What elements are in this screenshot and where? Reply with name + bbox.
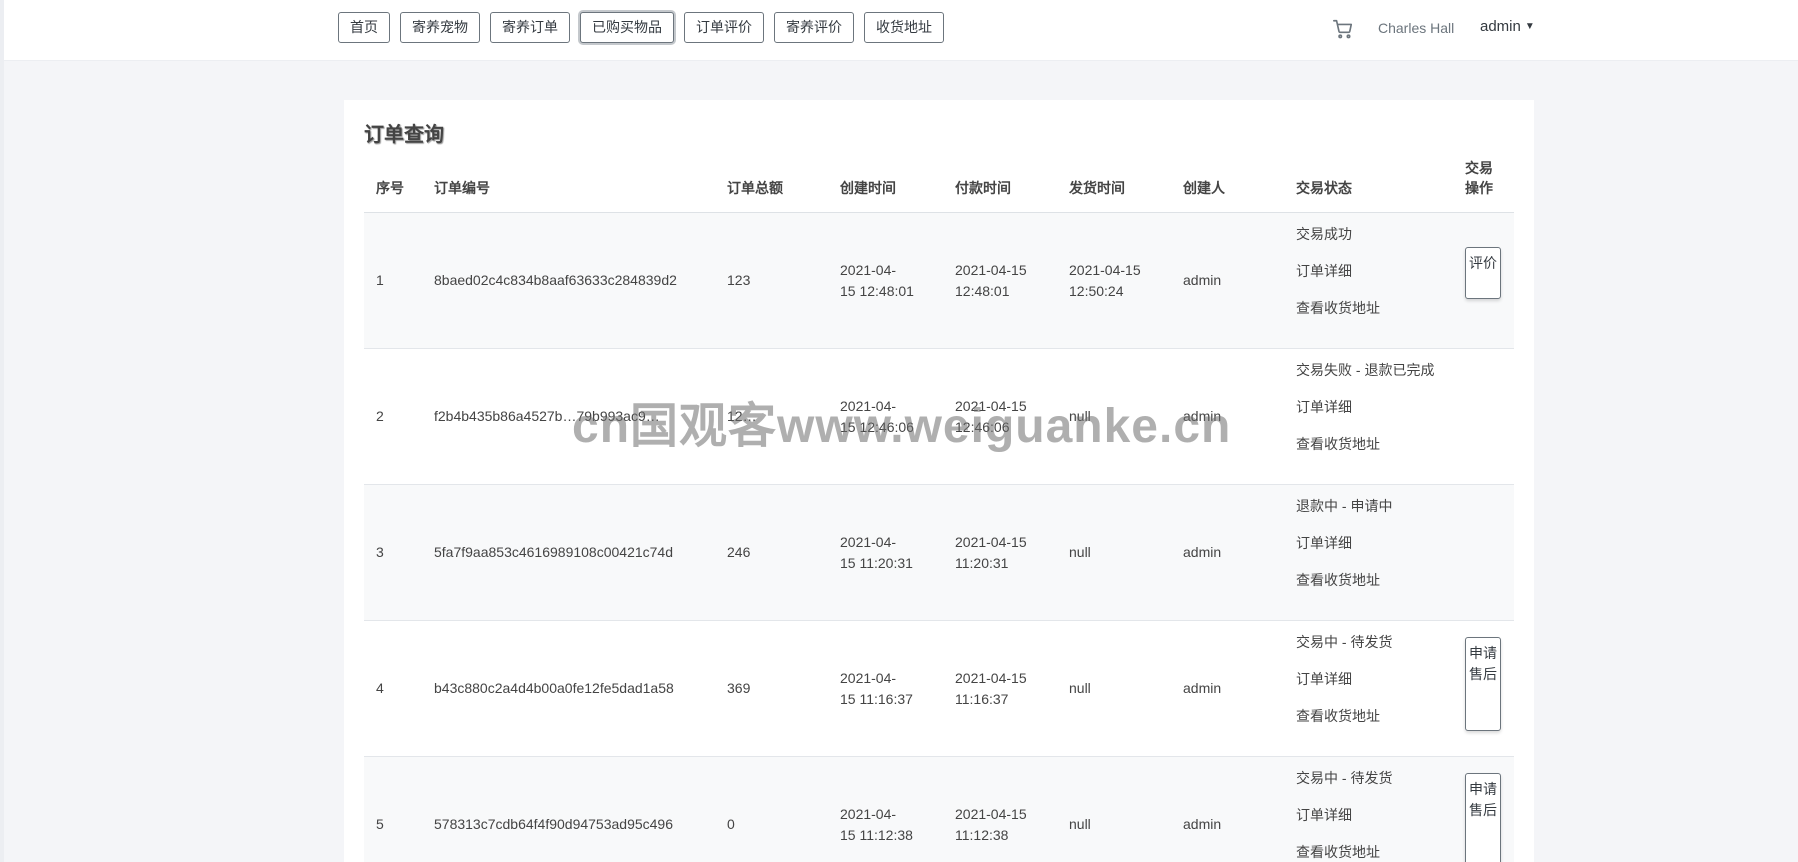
- cell-no: 2: [376, 408, 384, 424]
- cell-total: 369: [727, 680, 751, 696]
- cell-creator: admin: [1183, 544, 1222, 560]
- cell-creator: admin: [1183, 680, 1222, 696]
- apply-after-sale-button[interactable]: 申请售后: [1465, 773, 1501, 862]
- cell-paid-date: 2021-04-15: [955, 534, 1027, 550]
- cell-shipped-date: 2021-04-15: [1069, 262, 1141, 278]
- view-address-link[interactable]: 查看收货地址: [1296, 434, 1380, 454]
- table-row: 5 578313c7cdb64f4f90d94753ad95c496 0 2021-0…: [364, 757, 1514, 862]
- page-left-edge: [0, 0, 4, 862]
- apply-after-sale-button[interactable]: 申请售后: [1465, 637, 1501, 731]
- cell-created-time: 15 11:16:37: [840, 691, 913, 707]
- cell-created-time: 15 11:20:31: [840, 555, 913, 571]
- cell-total: 0: [727, 816, 735, 832]
- view-address-link[interactable]: 查看收货地址: [1296, 706, 1380, 726]
- cell-shipped: null: [1069, 680, 1091, 696]
- chevron-down-icon: ▼: [1524, 21, 1535, 32]
- cell-creator: admin: [1183, 816, 1222, 832]
- cell-created-date: 2021-04-: [840, 534, 897, 550]
- table-row: 3 5fa7f9aa853c4616989108c00421c74d 246 2021…: [364, 485, 1514, 621]
- status-text: 退款中 - 申请中: [1296, 498, 1393, 514]
- nav-button-3[interactable]: 已购买物品: [580, 12, 674, 43]
- cell-order-id: 578313c7cdb64f4f90d94753ad95c496: [434, 816, 674, 832]
- nav-button-4[interactable]: 订单评价: [684, 12, 764, 43]
- column-header-1: 订单编号: [434, 180, 490, 196]
- cell-paid-date: 2021-04-15: [955, 398, 1027, 414]
- cell-created-date: 2021-04-: [840, 670, 897, 686]
- cell-shipped: null: [1069, 816, 1091, 832]
- cell-no: 3: [376, 544, 384, 560]
- main-nav: 首页 寄养宠物 寄养订单 已购买物品 订单评价 寄养评价 收货地址: [338, 12, 954, 43]
- nav-button-2[interactable]: 寄养订单: [490, 12, 570, 43]
- nav-button-0[interactable]: 首页: [338, 12, 390, 43]
- order-detail-link[interactable]: 订单详细: [1296, 261, 1352, 281]
- page-title: 订单查询: [364, 124, 444, 146]
- order-detail-link[interactable]: 订单详细: [1296, 397, 1352, 417]
- cart-icon[interactable]: [1332, 18, 1354, 40]
- cell-shipped: null: [1069, 544, 1091, 560]
- column-header-8: 交易操作: [1465, 160, 1493, 196]
- cell-total: 123: [727, 272, 751, 288]
- cell-created-time: 15 11:12:38: [840, 827, 913, 843]
- view-address-link[interactable]: 查看收货地址: [1296, 842, 1380, 862]
- table-body: 1 8baed02c4c834b8aaf63633c284839d2 123 2021…: [364, 213, 1514, 862]
- order-detail-link[interactable]: 订单详细: [1296, 533, 1352, 553]
- status-text: 交易中 - 待发货: [1296, 634, 1393, 650]
- cell-shipped-time: 12:50:24: [1069, 283, 1124, 299]
- cell-order-id: 8baed02c4c834b8aaf63633c284839d2: [434, 272, 677, 288]
- cell-order-id: b43c880c2a4d4b00a0fe12fe5dad1a58: [434, 680, 674, 696]
- cell-paid-time: 11:20:31: [955, 555, 1009, 571]
- view-address-link[interactable]: 查看收货地址: [1296, 298, 1380, 318]
- column-header-4: 付款时间: [955, 180, 1011, 196]
- cell-paid-date: 2021-04-15: [955, 262, 1027, 278]
- cell-shipped: null: [1069, 408, 1091, 424]
- table-row: 4 b43c880c2a4d4b00a0fe12fe5dad1a58 369 2021…: [364, 621, 1514, 757]
- table-row: 2 f2b4b435b86a4527b…79b993ac9… 12… 2021-04-…: [364, 349, 1514, 485]
- view-address-link[interactable]: 查看收货地址: [1296, 570, 1380, 590]
- user-name: admin: [1480, 18, 1521, 35]
- cell-order-id: f2b4b435b86a4527b…79b993ac9…: [434, 408, 660, 424]
- user-menu[interactable]: admin ▼: [1480, 18, 1535, 35]
- column-header-3: 创建时间: [840, 180, 896, 196]
- order-query-card: 订单查询 序号 订单编号 订单总额 创建时间 付款时间 发货时间 创建人 交易状态 交易操作 1…: [344, 100, 1534, 862]
- cell-paid-date: 2021-04-15: [955, 670, 1027, 686]
- nav-button-5[interactable]: 寄养评价: [774, 12, 854, 43]
- cell-no: 1: [376, 272, 384, 288]
- cell-created-time: 15 12:48:01: [840, 283, 914, 299]
- order-detail-link[interactable]: 订单详细: [1296, 669, 1352, 689]
- cell-paid-time: 12:48:01: [955, 283, 1010, 299]
- cell-creator: admin: [1183, 272, 1222, 288]
- cell-creator: admin: [1183, 408, 1222, 424]
- order-detail-link[interactable]: 订单详细: [1296, 805, 1352, 825]
- cell-created-date: 2021-04-: [840, 262, 897, 278]
- cell-order-id: 5fa7f9aa853c4616989108c00421c74d: [434, 544, 674, 560]
- status-text: 交易成功: [1296, 226, 1352, 242]
- avatar[interactable]: Charles Hall: [1378, 20, 1454, 36]
- column-header-2: 订单总额: [727, 180, 783, 196]
- cell-no: 5: [376, 816, 384, 832]
- cell-paid-time: 11:16:37: [955, 691, 1009, 707]
- status-text: 交易中 - 待发货: [1296, 770, 1393, 786]
- nav-button-6[interactable]: 收货地址: [864, 12, 944, 43]
- column-header-0: 序号: [376, 180, 404, 196]
- cell-created-date: 2021-04-: [840, 398, 897, 414]
- column-header-7: 交易状态: [1296, 180, 1352, 196]
- cell-paid-time: 11:12:38: [955, 827, 1009, 843]
- cell-total: 246: [727, 544, 751, 560]
- table-header: 序号 订单编号 订单总额 创建时间 付款时间 发货时间 创建人 交易状态 交易操作: [364, 156, 1514, 213]
- cell-created-date: 2021-04-: [840, 806, 897, 822]
- cell-created-time: 15 12:46:06: [840, 419, 914, 435]
- cell-paid-time: 12:46:06: [955, 419, 1010, 435]
- cell-paid-date: 2021-04-15: [955, 806, 1027, 822]
- column-header-5: 发货时间: [1069, 180, 1125, 196]
- orders-table: 序号 订单编号 订单总额 创建时间 付款时间 发货时间 创建人 交易状态 交易操作 1 8baed…: [364, 156, 1514, 862]
- cell-no: 4: [376, 680, 384, 696]
- cell-total: 12…: [727, 408, 757, 424]
- nav-button-1[interactable]: 寄养宠物: [400, 12, 480, 43]
- top-header: 首页 寄养宠物 寄养订单 已购买物品 订单评价 寄养评价 收货地址 Charles Hall…: [4, 0, 1798, 61]
- status-text: 交易失败 - 退款已完成: [1296, 362, 1435, 378]
- table-row: 1 8baed02c4c834b8aaf63633c284839d2 123 2021…: [364, 213, 1514, 349]
- review-button[interactable]: 评价: [1465, 247, 1501, 299]
- column-header-6: 创建人: [1183, 180, 1225, 196]
